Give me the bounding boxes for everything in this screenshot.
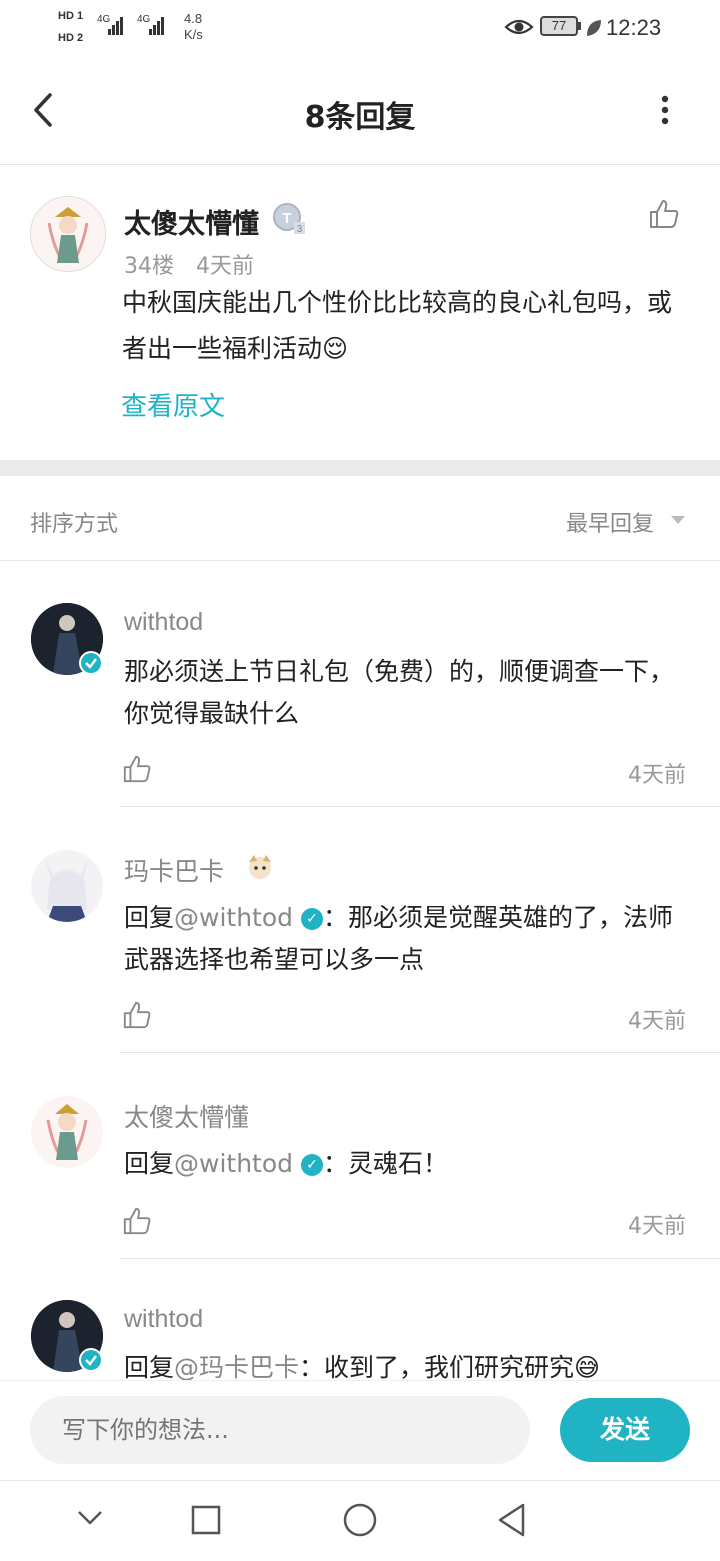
speed-unit: K/s <box>184 27 203 42</box>
mention-link[interactable]: @玛卡巴卡 <box>174 1353 299 1382</box>
thumbs-up-icon[interactable] <box>122 1206 152 1236</box>
svg-text:T: T <box>282 210 291 227</box>
net-speed: 4.8 K/s <box>184 11 203 43</box>
mention-link[interactable]: @withtod <box>174 903 293 932</box>
battery-level: 77 <box>540 16 578 36</box>
chevron-down-icon[interactable] <box>76 1508 104 1528</box>
comment-input[interactable] <box>30 1396 530 1464</box>
avatar[interactable] <box>31 850 103 922</box>
view-original-link[interactable]: 查看原文 <box>121 386 225 423</box>
row-divider <box>120 806 720 807</box>
row-divider <box>120 1052 720 1053</box>
sort-dropdown[interactable]: 最早回复 <box>566 506 654 538</box>
signal2-icon <box>149 16 165 36</box>
avatar-figure-icon <box>31 197 105 271</box>
send-button[interactable]: 发送 <box>560 1398 690 1462</box>
status-bar: HD 1 HD 2 4G 4G 4.8 K/s 77 12:23 <box>0 0 720 56</box>
sim2-label: HD 2 <box>58 32 84 44</box>
avatar[interactable] <box>30 196 106 272</box>
reply-text: 那必须送上节日礼包（免费）的，顺便调查一下，你觉得最缺什么 <box>124 657 675 728</box>
circle-icon[interactable] <box>342 1502 378 1538</box>
reply-time: 4天前 <box>628 763 686 788</box>
reply-author[interactable]: 太傻太懵懂 <box>124 1098 249 1134</box>
eye-icon <box>504 19 534 35</box>
mention-link[interactable]: @withtod <box>174 1149 293 1178</box>
triangle-back-icon[interactable] <box>496 1502 528 1538</box>
post-floor: 34楼 <box>124 254 174 279</box>
svg-text:3: 3 <box>297 224 303 235</box>
reply-prefix: 回复 <box>124 1149 175 1178</box>
battery-tip <box>578 22 581 30</box>
avatar-figure-icon <box>31 850 103 922</box>
square-icon[interactable] <box>190 1504 222 1536</box>
signal1-icon <box>108 16 124 36</box>
clock: 12:23 <box>606 15 662 40</box>
row-divider <box>120 1258 720 1259</box>
reply-time: 4天前 <box>628 1009 686 1034</box>
thumbs-up-icon[interactable] <box>648 198 680 230</box>
triangle-down-icon[interactable] <box>670 514 686 526</box>
post-content: 中秋国庆能出几个性价比比较高的良心礼包吗，或者出一些福利活动😌 <box>122 288 673 363</box>
level-badge-icon: T 3 <box>273 203 305 235</box>
verified-icon: ✓ <box>300 908 323 930</box>
page-title: 8条回复 <box>304 100 416 135</box>
thumbs-up-icon[interactable] <box>122 1000 152 1030</box>
avatar-figure-icon <box>31 1096 103 1168</box>
post-time: 4天前 <box>196 254 254 279</box>
reply-text: 回复@withtod ✓ ：灵魂石！ <box>124 1143 688 1185</box>
verified-icon <box>79 1348 103 1372</box>
reply-author[interactable]: 玛卡巴卡 <box>124 852 224 888</box>
sort-label: 排序方式 <box>30 512 119 537</box>
character-badge-icon <box>249 855 271 879</box>
verified-icon <box>79 651 103 675</box>
section-divider <box>0 460 720 476</box>
avatar[interactable] <box>31 1096 103 1168</box>
reply-author[interactable]: withtod <box>124 1305 203 1334</box>
reply-text: 回复@withtod ✓ ：那必须是觉醒英雄的了，法师武器选择也希望可以多一点 <box>124 897 688 981</box>
reply-prefix: 回复 <box>124 1353 175 1382</box>
reply-time: 4天前 <box>628 1214 686 1239</box>
speed-value: 4.8 <box>184 11 203 26</box>
leaf-icon <box>587 20 601 36</box>
post-author[interactable]: 太傻太懵懂 <box>124 202 259 241</box>
reply-author[interactable]: withtod <box>124 608 203 637</box>
more-vertical-icon[interactable] <box>658 94 672 126</box>
verified-icon: ✓ <box>300 1154 323 1176</box>
reply-prefix: 回复 <box>124 903 175 932</box>
sim1-label: HD 1 <box>58 10 84 22</box>
reply-body: ：灵魂石！ <box>322 1149 448 1178</box>
thumbs-up-icon[interactable] <box>122 754 152 784</box>
reply-body: ：收到了，我们研究研究😅 <box>299 1353 601 1382</box>
